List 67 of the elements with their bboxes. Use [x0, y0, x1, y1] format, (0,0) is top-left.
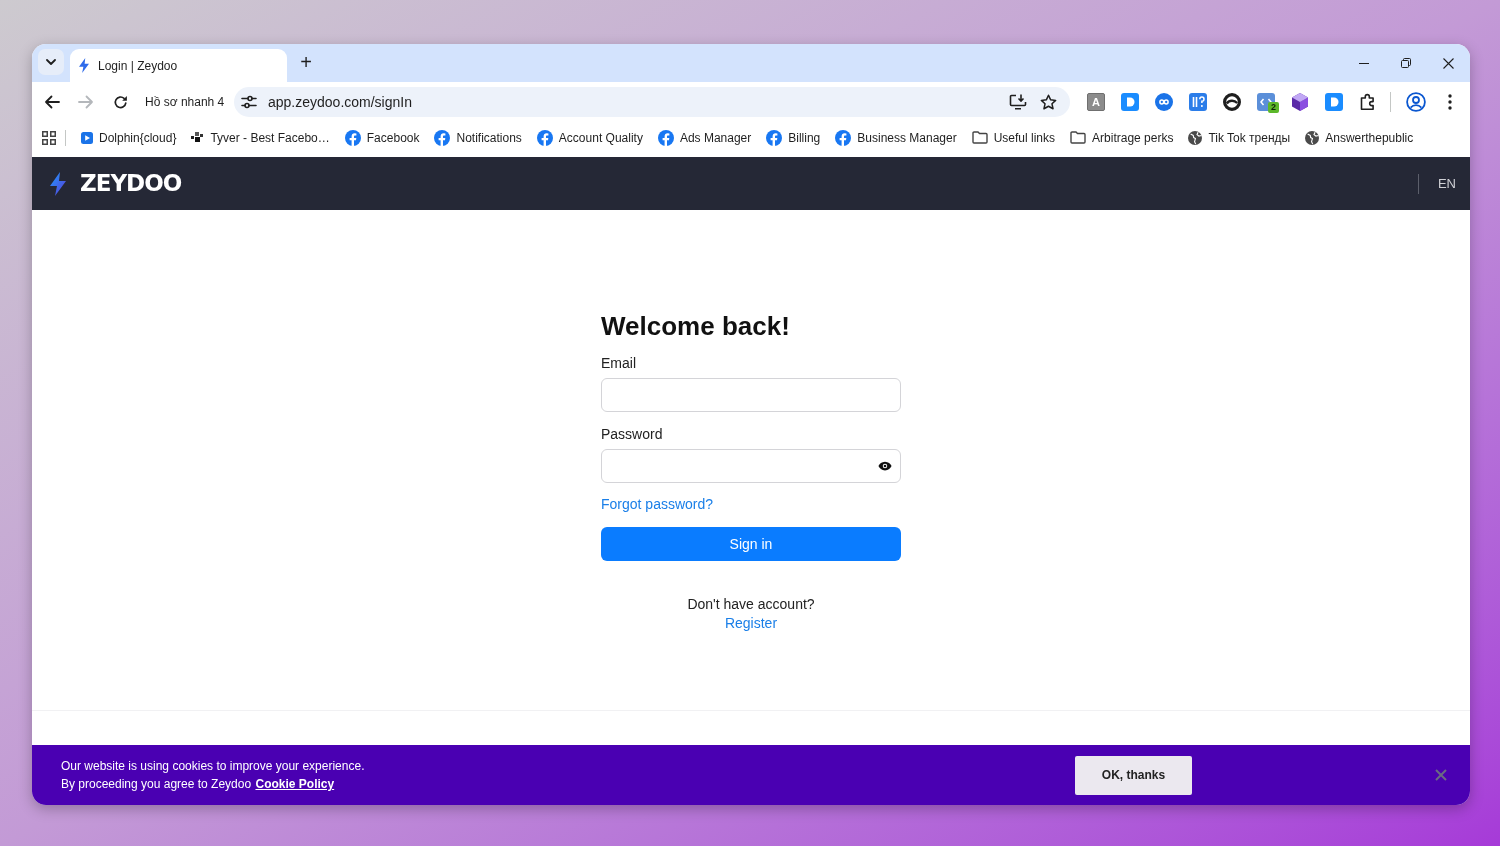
- password-input[interactable]: [601, 449, 901, 483]
- profile-icon[interactable]: [1406, 92, 1426, 112]
- folder-icon: [1070, 131, 1087, 144]
- field-label: Email: [601, 354, 637, 373]
- eye-icon[interactable]: [878, 461, 892, 471]
- bookmark[interactable]: Dolphin{cloud}: [81, 128, 177, 147]
- back-arrow-icon[interactable]: [44, 95, 60, 109]
- app-icon: [81, 131, 93, 144]
- bookmark[interactable]: Notifications: [434, 128, 522, 147]
- more-menu-icon[interactable]: [1448, 94, 1452, 110]
- cookie-notice: Our website is using cookies to improve your experience. By proceeding you agree to Zeydoo Cookie Policy: [61, 758, 366, 793]
- sign-in-button[interactable]: Sign in: [601, 527, 901, 561]
- register-link[interactable]: Register: [724, 614, 778, 633]
- cookie-policy-link[interactable]: Cookie Policy: [255, 777, 335, 791]
- close-icon[interactable]: [1443, 57, 1454, 69]
- bookmark[interactable]: Billing: [766, 128, 821, 147]
- globe-icon: [1305, 130, 1320, 145]
- bookmark[interactable]: Useful links: [971, 128, 1056, 147]
- facebook-icon: [835, 129, 852, 146]
- language-selector[interactable]: EN: [1437, 173, 1456, 194]
- register-prompt: Don't have account?: [687, 595, 815, 614]
- bookmark[interactable]: Tyver - Best Facebo…: [191, 128, 330, 147]
- bookmark[interactable]: Ads Manager: [657, 128, 752, 147]
- bookmark[interactable]: Answerthepublic: [1305, 128, 1414, 147]
- browser-tab[interactable]: Login | Zeydoo: [70, 49, 287, 82]
- install-icon[interactable]: [1009, 94, 1027, 110]
- facebook-icon: [344, 129, 361, 146]
- new-tab-button[interactable]: +: [292, 48, 320, 76]
- bookmark[interactable]: Account Quality: [536, 128, 643, 147]
- field-label: Password: [601, 425, 664, 444]
- facebook-icon: [657, 129, 674, 146]
- chevron-down-icon: [46, 59, 56, 65]
- tab-search-button[interactable]: [38, 49, 64, 75]
- folder-icon: [971, 131, 988, 144]
- logo-wordmark[interactable]: ZEYDOO: [80, 172, 182, 195]
- address-bar[interactable]: app.zeydoo.com/signIn: [234, 87, 1070, 117]
- tile-icon[interactable]: [1189, 93, 1207, 111]
- app-tile-icon[interactable]: [1325, 93, 1343, 111]
- reload-icon[interactable]: [112, 94, 128, 110]
- site-settings-icon[interactable]: [241, 95, 257, 109]
- bolt-logo-icon[interactable]: [50, 171, 66, 196]
- minimize-icon[interactable]: [1359, 62, 1369, 64]
- puzzle-icon[interactable]: [1359, 93, 1377, 111]
- pixel-logo-icon: [191, 132, 205, 143]
- cube-icon[interactable]: [1292, 93, 1308, 111]
- bookmark[interactable]: Tik Tok тренды: [1188, 128, 1291, 147]
- facebook-icon: [536, 129, 553, 146]
- restore-icon[interactable]: [1401, 58, 1411, 68]
- apps-grid-icon[interactable]: [42, 130, 56, 145]
- swirl-icon[interactable]: [1223, 93, 1241, 111]
- globe-icon: [1188, 130, 1203, 145]
- app-tile-icon[interactable]: [1121, 93, 1139, 111]
- star-icon[interactable]: [1040, 94, 1057, 110]
- forgot-password-link[interactable]: Forgot password?: [601, 494, 714, 514]
- bookmark[interactable]: Arbitrage perks: [1070, 128, 1174, 147]
- profile-chip[interactable]: Hồ sơ nhanh 4: [145, 93, 226, 111]
- facebook-icon: [766, 129, 783, 146]
- count-badge: 2: [1268, 102, 1279, 113]
- email-input[interactable]: [601, 378, 901, 412]
- bookmark[interactable]: Business Manager: [835, 128, 957, 147]
- infinity-icon[interactable]: [1155, 93, 1173, 111]
- code-icon[interactable]: [1257, 93, 1275, 111]
- page-heading: Welcome back!: [601, 310, 791, 342]
- bolt-icon: [79, 58, 89, 73]
- bookmark[interactable]: Facebook: [344, 128, 420, 147]
- accept-cookies-button[interactable]: OK, thanks: [1075, 755, 1192, 795]
- facebook-icon: [434, 129, 451, 146]
